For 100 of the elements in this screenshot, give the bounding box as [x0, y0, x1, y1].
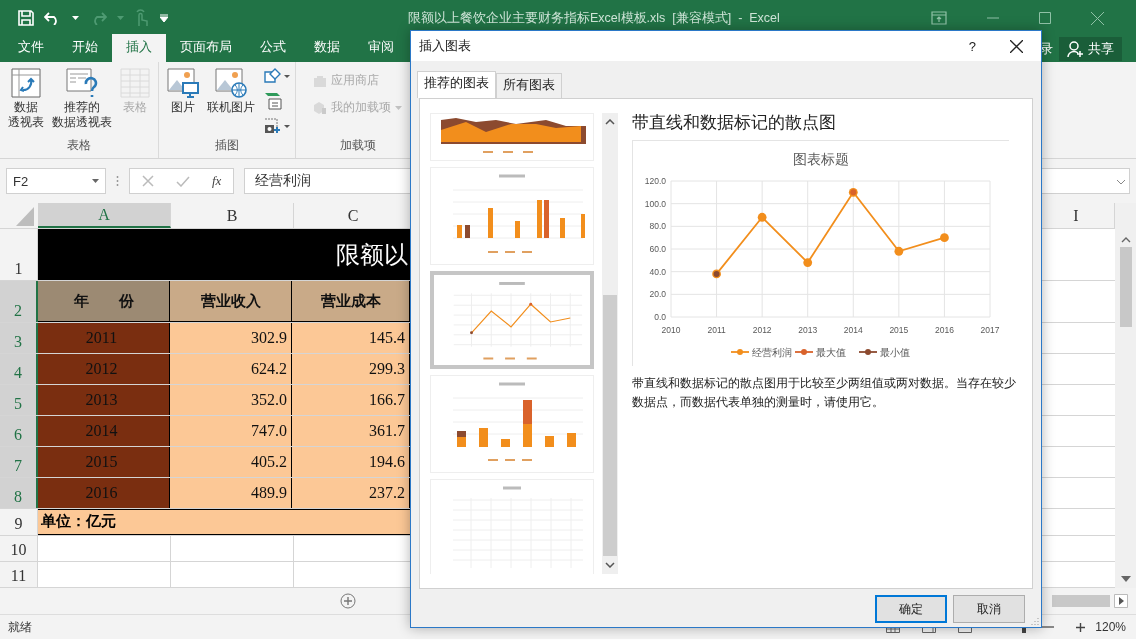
- table-cell: 302.9: [170, 322, 292, 353]
- unit-note-cell: 单位：亿元: [38, 508, 410, 535]
- scrollbar-thumb[interactable]: [1119, 247, 1132, 327]
- row-header[interactable]: 5: [0, 384, 38, 415]
- ribbon-display-icon[interactable]: [931, 11, 947, 25]
- row-header[interactable]: 9: [0, 508, 38, 535]
- scroll-down-icon[interactable]: [605, 562, 615, 568]
- maximize-icon[interactable]: [1039, 12, 1051, 24]
- point: [803, 258, 813, 267]
- caret-icon[interactable]: [72, 16, 79, 20]
- row-header[interactable]: 6: [0, 415, 38, 446]
- scrollbar-thumb[interactable]: [603, 295, 617, 556]
- point: [940, 233, 949, 243]
- chart-title: 图表标题: [793, 151, 849, 167]
- screenshot-icon[interactable]: [264, 118, 290, 134]
- table-cell: 352.0: [170, 384, 292, 415]
- column-header[interactable]: B: [171, 203, 294, 228]
- ribbon-button[interactable]: 数据 透视表: [5, 66, 47, 137]
- ribbon-tab[interactable]: 插入: [112, 34, 166, 62]
- legend-label: 最小值: [880, 347, 910, 358]
- row-header[interactable]: 8: [0, 477, 38, 508]
- dialog-tab[interactable]: 推荐的图表: [417, 71, 496, 98]
- x-tick-label: 2010: [661, 325, 681, 335]
- row-header[interactable]: 2: [0, 281, 38, 322]
- ribbon-tab[interactable]: 文件: [4, 34, 58, 62]
- ribbon-button[interactable]: 图片: [164, 66, 202, 137]
- dialog-button[interactable]: 取消: [953, 595, 1025, 623]
- dialog-title: 插入图表: [419, 37, 471, 55]
- table-cell: 194.6: [292, 446, 410, 477]
- row-header[interactable]: 10: [0, 535, 38, 561]
- smartart-icon[interactable]: [264, 92, 282, 110]
- ribbon-tab[interactable]: 数据: [300, 34, 354, 62]
- legend-marker-icon: [794, 349, 814, 355]
- cancel-icon[interactable]: [142, 175, 154, 187]
- table-cell: 237.2: [292, 477, 410, 508]
- add-sheet-icon[interactable]: [340, 593, 356, 609]
- x-tick-label: 2013: [798, 325, 818, 335]
- ribbon-button[interactable]: 推荐的 数据透视表: [49, 66, 115, 137]
- table-cell: 2012: [38, 353, 170, 384]
- table-cell: 299.3: [292, 353, 410, 384]
- zoom-in-icon[interactable]: [1076, 622, 1086, 632]
- header-cell: 营业成本: [292, 281, 410, 322]
- caret-icon: [92, 179, 99, 183]
- point: [894, 246, 904, 256]
- dialog-tab[interactable]: 所有图表: [496, 73, 562, 98]
- y-tick-label: 80.0: [649, 221, 666, 232]
- shapes-icon[interactable]: [264, 68, 290, 84]
- window-title: 限额以上餐饮企业主要财务指标Excel模板.xls [兼容模式] - Excel: [408, 9, 780, 27]
- group-label: 插图: [215, 137, 239, 154]
- x-tick-label: 2014: [843, 325, 863, 335]
- row-header[interactable]: 7: [0, 446, 38, 477]
- header-cell: 营业收入: [170, 281, 292, 322]
- row-header[interactable]: 11: [0, 561, 38, 587]
- ribbon-button[interactable]: 联机图片: [204, 66, 258, 137]
- share-button[interactable]: 共享: [1059, 37, 1122, 61]
- row-header[interactable]: 1: [0, 229, 38, 281]
- caret-icon[interactable]: [1116, 179, 1126, 185]
- table-cell: 624.2: [170, 353, 292, 384]
- sheet-title-cell: 限额以: [38, 229, 410, 281]
- touch-mode-icon: [134, 9, 150, 27]
- column-header[interactable]: A: [38, 203, 171, 228]
- caret-icon: [117, 16, 124, 20]
- online-picture-icon: [215, 68, 247, 98]
- zoom-level[interactable]: 120%: [1095, 620, 1126, 634]
- ribbon-tab[interactable]: 公式: [246, 34, 300, 62]
- name-box[interactable]: F2: [6, 168, 106, 194]
- row-header[interactable]: 4: [0, 353, 38, 384]
- scroll-up-icon[interactable]: [1120, 237, 1131, 243]
- ribbon-tab[interactable]: 审阅: [354, 34, 408, 62]
- resize-grip-icon[interactable]: [1031, 617, 1039, 625]
- customize-toolbar-icon[interactable]: [160, 14, 168, 22]
- check-icon[interactable]: [176, 175, 190, 187]
- row-header[interactable]: 3: [0, 322, 38, 353]
- scroll-down-icon[interactable]: [1120, 576, 1131, 582]
- help-button[interactable]: ?: [968, 38, 976, 54]
- close-icon[interactable]: [1010, 39, 1023, 53]
- insert-function-button[interactable]: fx: [212, 173, 222, 189]
- table-cell: 2016: [38, 477, 170, 508]
- ribbon-tab[interactable]: 开始: [58, 34, 112, 62]
- save-icon[interactable]: [18, 10, 34, 26]
- grip-icon: [116, 175, 119, 187]
- legend-marker-icon: [858, 349, 878, 355]
- horizontal-scrollbar[interactable]: [1052, 595, 1110, 607]
- table-cell: 2015: [38, 446, 170, 477]
- x-tick-label: 2017: [980, 325, 1000, 335]
- y-tick-label: 40.0: [649, 266, 666, 277]
- dialog-button[interactable]: 确定: [875, 595, 947, 623]
- table-cell: 405.2: [170, 446, 292, 477]
- ribbon-tab[interactable]: 页面布局: [166, 34, 246, 62]
- x-tick-label: 2016: [934, 325, 954, 335]
- table-cell: 2013: [38, 384, 170, 415]
- legend-label: 经营利润: [752, 347, 792, 358]
- scroll-up-icon[interactable]: [605, 119, 615, 125]
- store-icon: [313, 73, 327, 88]
- y-tick-label: 20.0: [649, 289, 666, 300]
- legend-label: 最大值: [816, 347, 846, 358]
- point: [757, 212, 767, 222]
- scroll-right-icon[interactable]: [1114, 594, 1128, 608]
- table-cell: 166.7: [292, 384, 410, 415]
- y-tick-label: 60.0: [649, 244, 666, 254]
